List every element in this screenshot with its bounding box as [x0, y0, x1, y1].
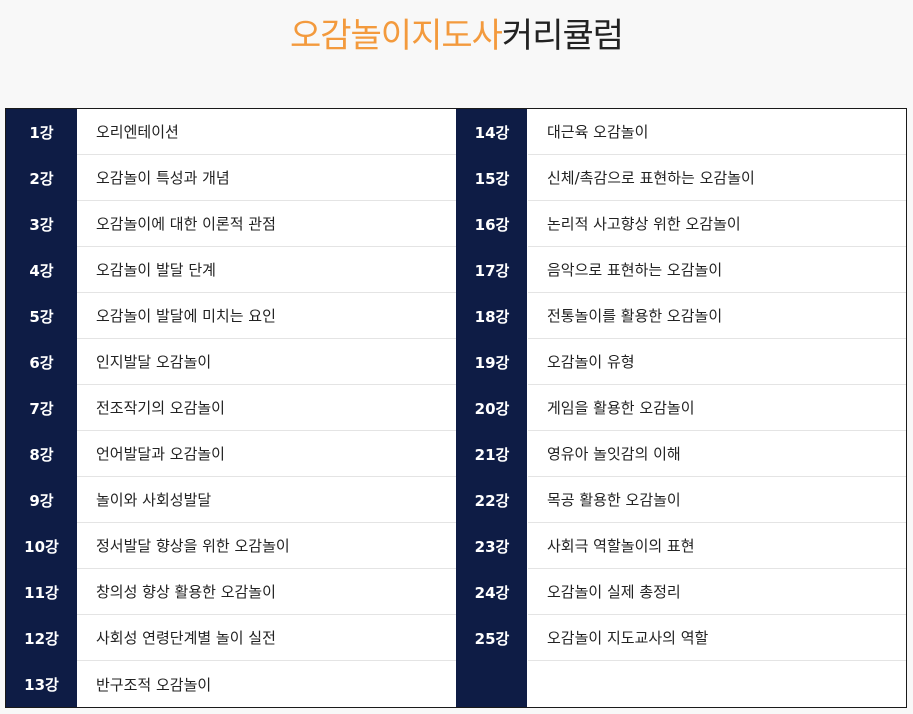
lesson-title: 오감놀이 지도교사의 역할	[528, 615, 906, 661]
lesson-title: 오감놀이 특성과 개념	[77, 155, 456, 201]
curriculum-table: 1강 오리엔테이션 2강 오감놀이 특성과 개념 3강 오감놀이에 대한 이론적 관점…	[5, 108, 907, 708]
curriculum-column-right: 14강 대근육 오감놀이 15강 신체/촉감으로 표현하는 오감놀이 16강 논리적 …	[456, 109, 906, 707]
curriculum-row-empty	[456, 661, 906, 707]
lesson-title: 신체/촉감으로 표현하는 오감놀이	[528, 155, 906, 201]
curriculum-row: 10강 정서발달 향상을 위한 오감놀이	[6, 523, 456, 569]
curriculum-row: 8강 언어발달과 오감놀이	[6, 431, 456, 477]
curriculum-row: 23강 사회극 역할놀이의 표현	[456, 523, 906, 569]
lesson-title: 창의성 향상 활용한 오감놀이	[77, 569, 456, 615]
curriculum-row: 17강 음악으로 표현하는 오감놀이	[456, 247, 906, 293]
lesson-title: 정서발달 향상을 위한 오감놀이	[77, 523, 456, 569]
curriculum-row: 22강 목공 활용한 오감놀이	[456, 477, 906, 523]
lesson-number: 23강	[474, 537, 510, 556]
lesson-title: 오리엔테이션	[77, 109, 456, 155]
lesson-number: 25강	[474, 629, 510, 648]
curriculum-row: 6강 인지발달 오감놀이	[6, 339, 456, 385]
lesson-number: 18강	[474, 307, 510, 326]
lesson-title: 영유아 놀잇감의 이해	[528, 431, 906, 477]
lesson-number: 14강	[474, 123, 510, 142]
lesson-title: 언어발달과 오감놀이	[77, 431, 456, 477]
curriculum-row: 25강 오감놀이 지도교사의 역할	[456, 615, 906, 661]
curriculum-row: 16강 논리적 사고향상 위한 오감놀이	[456, 201, 906, 247]
lesson-number: 1강	[29, 123, 54, 142]
lesson-number: 8강	[29, 445, 54, 464]
title-accent: 오감놀이지도사	[289, 16, 503, 56]
lesson-number: 16강	[474, 215, 510, 234]
lesson-title: 오감놀이 유형	[528, 339, 906, 385]
curriculum-row: 4강 오감놀이 발달 단계	[6, 247, 456, 293]
curriculum-row: 9강 놀이와 사회성발달	[6, 477, 456, 523]
lesson-title: 사회성 연령단계별 놀이 실전	[77, 615, 456, 661]
lesson-title: 오감놀이 발달에 미치는 요인	[77, 293, 456, 339]
lesson-title: 대근육 오감놀이	[528, 109, 906, 155]
lesson-number: 13강	[24, 675, 59, 694]
lesson-title: 반구조적 오감놀이	[96, 675, 212, 694]
lesson-number: 5강	[29, 307, 54, 326]
lesson-title: 전통놀이를 활용한 오감놀이	[528, 293, 906, 339]
curriculum-row: 11강 창의성 향상 활용한 오감놀이	[6, 569, 456, 615]
title-rest: 커리큘럼	[501, 16, 624, 56]
lesson-title: 목공 활용한 오감놀이	[528, 477, 906, 523]
lesson-title: 게임을 활용한 오감놀이	[528, 385, 906, 431]
lesson-number: 24강	[474, 583, 510, 602]
lesson-title: 논리적 사고향상 위한 오감놀이	[528, 201, 906, 247]
curriculum-row: 21강 영유아 놀잇감의 이해	[456, 431, 906, 477]
lesson-number: 19강	[474, 353, 510, 372]
page-title: 오감놀이지도사커리큘럼	[0, 12, 913, 60]
lesson-number: 9강	[29, 491, 54, 510]
lesson-title: 인지발달 오감놀이	[77, 339, 456, 385]
lesson-number: 20강	[474, 399, 510, 418]
lesson-number: 17강	[474, 261, 510, 280]
lesson-title: 오감놀이 실제 총정리	[528, 569, 906, 615]
lesson-title: 사회극 역할놀이의 표현	[528, 523, 906, 569]
lesson-number: 11강	[24, 583, 59, 602]
lesson-number: 12강	[24, 629, 59, 648]
curriculum-row: 24강 오감놀이 실제 총정리	[456, 569, 906, 615]
curriculum-row: 12강 사회성 연령단계별 놀이 실전	[6, 615, 456, 661]
lesson-title: 놀이와 사회성발달	[77, 477, 456, 523]
curriculum-row: 15강 신체/촉감으로 표현하는 오감놀이	[456, 155, 906, 201]
curriculum-row: 19강 오감놀이 유형	[456, 339, 906, 385]
curriculum-row: 13강 반구조적 오감놀이	[6, 661, 456, 707]
lesson-number: 4강	[29, 261, 54, 280]
lesson-title: 음악으로 표현하는 오감놀이	[528, 247, 906, 293]
lesson-number: 22강	[474, 491, 510, 510]
lesson-title: 전조작기의 오감놀이	[77, 385, 456, 431]
lesson-number: 2강	[29, 169, 54, 188]
lesson-title: 오감놀이에 대한 이론적 관점	[77, 201, 456, 247]
curriculum-column-left: 1강 오리엔테이션 2강 오감놀이 특성과 개념 3강 오감놀이에 대한 이론적 관점…	[6, 109, 456, 707]
lesson-number: 15강	[474, 169, 510, 188]
lesson-number: 3강	[29, 215, 54, 234]
curriculum-row: 7강 전조작기의 오감놀이	[6, 385, 456, 431]
curriculum-row: 2강 오감놀이 특성과 개념	[6, 155, 456, 201]
lesson-number: 21강	[474, 445, 510, 464]
curriculum-row: 14강 대근육 오감놀이	[456, 109, 906, 155]
lesson-title: 오감놀이 발달 단계	[77, 247, 456, 293]
curriculum-row: 20강 게임을 활용한 오감놀이	[456, 385, 906, 431]
curriculum-row: 18강 전통놀이를 활용한 오감놀이	[456, 293, 906, 339]
curriculum-row: 3강 오감놀이에 대한 이론적 관점	[6, 201, 456, 247]
lesson-number: 7강	[29, 399, 54, 418]
lesson-number: 10강	[24, 537, 59, 556]
curriculum-row: 5강 오감놀이 발달에 미치는 요인	[6, 293, 456, 339]
curriculum-row: 1강 오리엔테이션	[6, 109, 456, 155]
lesson-number: 6강	[29, 353, 54, 372]
